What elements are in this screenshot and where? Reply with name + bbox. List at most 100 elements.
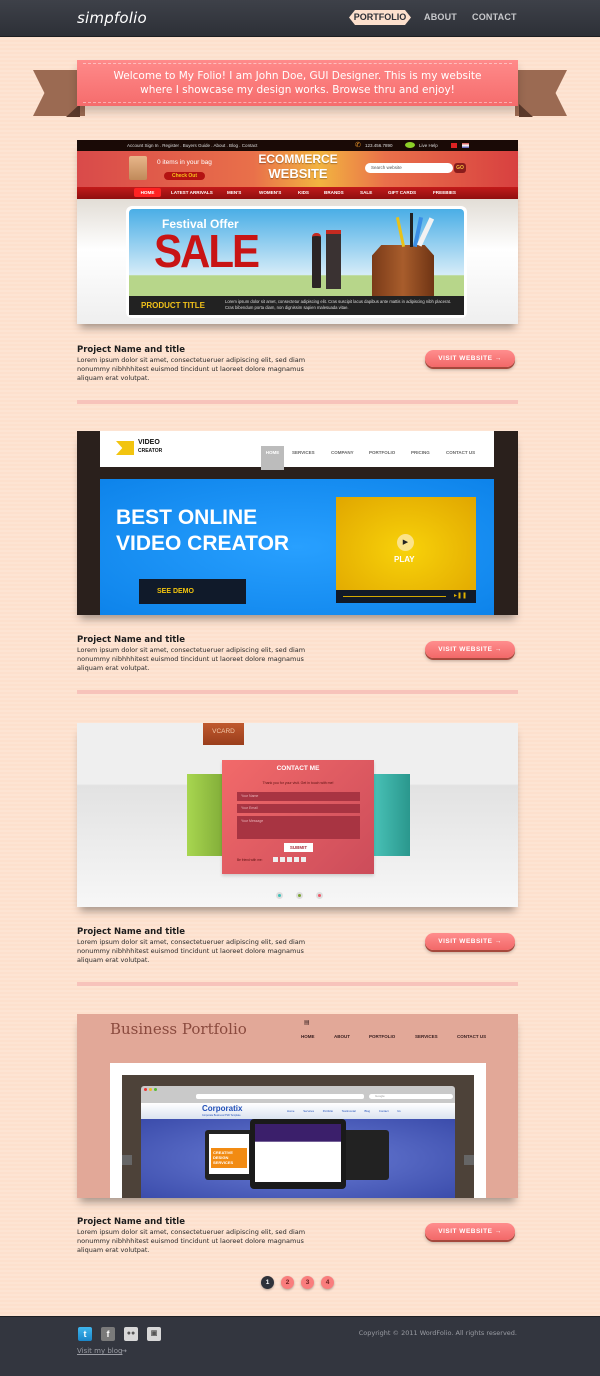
browser-address-bar xyxy=(196,1094,364,1099)
pencil-image xyxy=(395,217,406,247)
vcard-slider-dot-red[interactable] xyxy=(316,892,323,899)
ecommerce-nav-latest-arrivals[interactable]: LATEST ARRIVALS xyxy=(171,190,213,195)
browser-min-dot xyxy=(149,1088,152,1091)
project-description: Lorem ipsum dolor sit amet, consectetuer… xyxy=(77,646,306,672)
vcard-rss-icon[interactable] xyxy=(294,857,299,862)
project-screenshot-business-portfolio[interactable]: Business Portfolio ▤ HOME ABOUT PORTFOLI… xyxy=(77,1014,518,1198)
video-creator-logo-icon xyxy=(116,441,134,455)
video-progress-bar[interactable] xyxy=(343,596,446,597)
see-demo-button[interactable]: SEE DEMO xyxy=(139,579,246,604)
your-name-input[interactable]: Your Name xyxy=(237,792,360,801)
vcard-twitter-icon[interactable] xyxy=(273,857,278,862)
welcome-line-1: Welcome to My Folio! I am John Doe, GUI … xyxy=(113,70,482,82)
pagination-page-2[interactable]: 2 xyxy=(281,1276,294,1289)
project-description: Lorem ipsum dolor sit amet, consectetuer… xyxy=(77,1228,306,1254)
business-showcase-slide: Google Corporatix Corporate Business PSD… xyxy=(122,1075,474,1198)
visit-website-button[interactable]: VISIT WEBSITE → xyxy=(425,641,515,658)
video-player[interactable]: ▶ PLAY ▸❚❚ xyxy=(336,497,476,603)
video-nav-pricing[interactable]: PRICING xyxy=(411,450,430,455)
vcard-facebook-icon[interactable] xyxy=(280,857,285,862)
ecommerce-nav-gift-cards[interactable]: GIFT CARDS xyxy=(388,190,416,195)
ecommerce-nav-womens[interactable]: WOMEN'S xyxy=(259,190,281,195)
business-nav-portfolio[interactable]: PORTFOLIO xyxy=(369,1034,395,1039)
facebook-icon[interactable]: f xyxy=(101,1327,115,1341)
project-screenshot-video-creator[interactable]: VIDEO CREATOR HOME SERVICES COMPANY PORT… xyxy=(77,431,518,615)
monitor-center xyxy=(250,1119,346,1189)
nav-about[interactable]: ABOUT xyxy=(424,12,457,22)
project-screenshot-vcard[interactable]: VCARD CONTACT ME Thank you for your visi… xyxy=(77,723,518,907)
creative-design-text: CREATIVE DESIGN SERVICES xyxy=(211,1148,247,1168)
nav-contact[interactable]: CONTACT xyxy=(472,12,517,22)
contact-form-card: CONTACT ME Thank you for your visit. Get… xyxy=(222,760,374,874)
video-nav-contact-us[interactable]: CONTACT US xyxy=(446,450,475,455)
ecommerce-nav-freebies[interactable]: FREEBIES xyxy=(433,190,456,195)
section-divider xyxy=(77,400,518,404)
pagination-page-3[interactable]: 3 xyxy=(301,1276,314,1289)
visit-website-button[interactable]: VISIT WEBSITE → xyxy=(425,350,515,367)
vcard-linkedin-icon[interactable] xyxy=(287,857,292,862)
slider-prev-arrow[interactable] xyxy=(122,1155,132,1165)
business-nav-services[interactable]: SERVICES xyxy=(415,1034,438,1039)
project-description: Lorem ipsum dolor sit amet, consectetuer… xyxy=(77,356,306,382)
video-controls: ▸❚❚ xyxy=(336,590,476,603)
bag-count: 0 items in your bag xyxy=(157,159,212,166)
video-nav-services[interactable]: SERVICES xyxy=(292,450,315,455)
product-title: PRODUCT TITLE xyxy=(141,301,205,310)
pagination-page-4[interactable]: 4 xyxy=(321,1276,334,1289)
flickr-icon[interactable]: ●● xyxy=(124,1327,138,1341)
ecommerce-search-go-button[interactable]: GO xyxy=(454,163,466,173)
video-creator-page: VIDEO CREATOR HOME SERVICES COMPANY PORT… xyxy=(77,431,518,615)
corporatix-nav: Home Services Portfolio Testimonial Blog… xyxy=(287,1109,401,1113)
video-play-pause-icon[interactable]: ▸❚❚ xyxy=(454,592,467,599)
corporatix-header: Corporatix Corporate Business PSD Templa… xyxy=(141,1103,455,1119)
ecommerce-nav-sale[interactable]: SALE xyxy=(360,190,372,195)
business-nav-about[interactable]: ABOUT xyxy=(334,1034,350,1039)
section-divider xyxy=(77,690,518,694)
business-portfolio-title: Business Portfolio xyxy=(110,1020,247,1038)
project-screenshot-ecommerce[interactable]: Account Sign In . Register . Buyers Guid… xyxy=(77,140,518,324)
ecommerce-nav-home[interactable]: HOME xyxy=(134,188,161,197)
your-message-textarea[interactable]: Your Message xyxy=(237,816,360,839)
ecommerce-nav: HOME LATEST ARRIVALS MEN'S WOMEN'S KIDS … xyxy=(77,187,518,199)
product-description: Lorem ipsum dolor sit amet, consectetur … xyxy=(225,299,452,310)
pagination-page-1[interactable]: 1 xyxy=(261,1276,274,1289)
site-logo[interactable]: simpfolio xyxy=(77,9,147,27)
video-nav-portfolio[interactable]: PORTFOLIO xyxy=(369,450,395,455)
slider-next-arrow[interactable] xyxy=(464,1155,474,1165)
vcard-tag: VCARD xyxy=(203,723,244,745)
welcome-banner: Welcome to My Folio! I am John Doe, GUI … xyxy=(77,60,518,106)
phone-icon: ✆ xyxy=(355,142,361,149)
video-nav-home[interactable]: HOME xyxy=(261,446,284,470)
your-email-input[interactable]: Your Email xyxy=(237,804,360,813)
visit-blog-link[interactable]: Visit my blog xyxy=(77,1347,122,1355)
twitter-icon[interactable]: t xyxy=(78,1327,92,1341)
business-nav-home[interactable]: HOME xyxy=(301,1034,315,1039)
business-showcase-frame: Google Corporatix Corporate Business PSD… xyxy=(110,1063,486,1198)
vcard-email-icon[interactable] xyxy=(301,857,306,862)
bottle-box-image xyxy=(326,230,341,289)
ecommerce-toplinks-bar: Account Sign In . Register . Buyers Guid… xyxy=(77,140,518,151)
monitor-left: CREATIVE DESIGN SERVICES xyxy=(205,1130,253,1180)
video-creator-logo-line1: VIDEO xyxy=(138,439,160,446)
shopping-bag-icon xyxy=(129,156,147,180)
visit-website-button[interactable]: VISIT WEBSITE → xyxy=(425,1223,515,1240)
business-nav-contact-us[interactable]: CONTACT US xyxy=(457,1034,486,1039)
vcard-slider-dot-teal[interactable] xyxy=(276,892,283,899)
youtube-icon[interactable]: ▣ xyxy=(147,1327,161,1341)
ecommerce-toplinks: Account Sign In . Register . Buyers Guid… xyxy=(127,143,258,148)
visit-website-button[interactable]: VISIT WEBSITE → xyxy=(425,933,515,950)
checkout-button[interactable]: Check Out xyxy=(164,172,205,180)
monitor-center-screen xyxy=(255,1124,341,1182)
nav-portfolio[interactable]: PORTFOLIO xyxy=(349,10,411,25)
video-nav-company[interactable]: COMPANY xyxy=(331,450,354,455)
top-navigation-bar: simpfolio PORTFOLIO ABOUT CONTACT xyxy=(0,0,600,37)
submit-button[interactable]: SUBMIT xyxy=(284,843,313,852)
ecommerce-nav-brands[interactable]: BRANDS xyxy=(324,190,344,195)
ecommerce-search-input[interactable]: Search website xyxy=(365,163,453,173)
play-icon[interactable]: ▶ xyxy=(397,534,414,551)
vcard-slider-dot-green[interactable] xyxy=(296,892,303,899)
sale-text: SALE xyxy=(154,225,260,277)
ecommerce-nav-kids[interactable]: KIDS xyxy=(298,190,309,195)
project-title: Project Name and title xyxy=(77,345,185,355)
ecommerce-nav-mens[interactable]: MEN'S xyxy=(227,190,241,195)
